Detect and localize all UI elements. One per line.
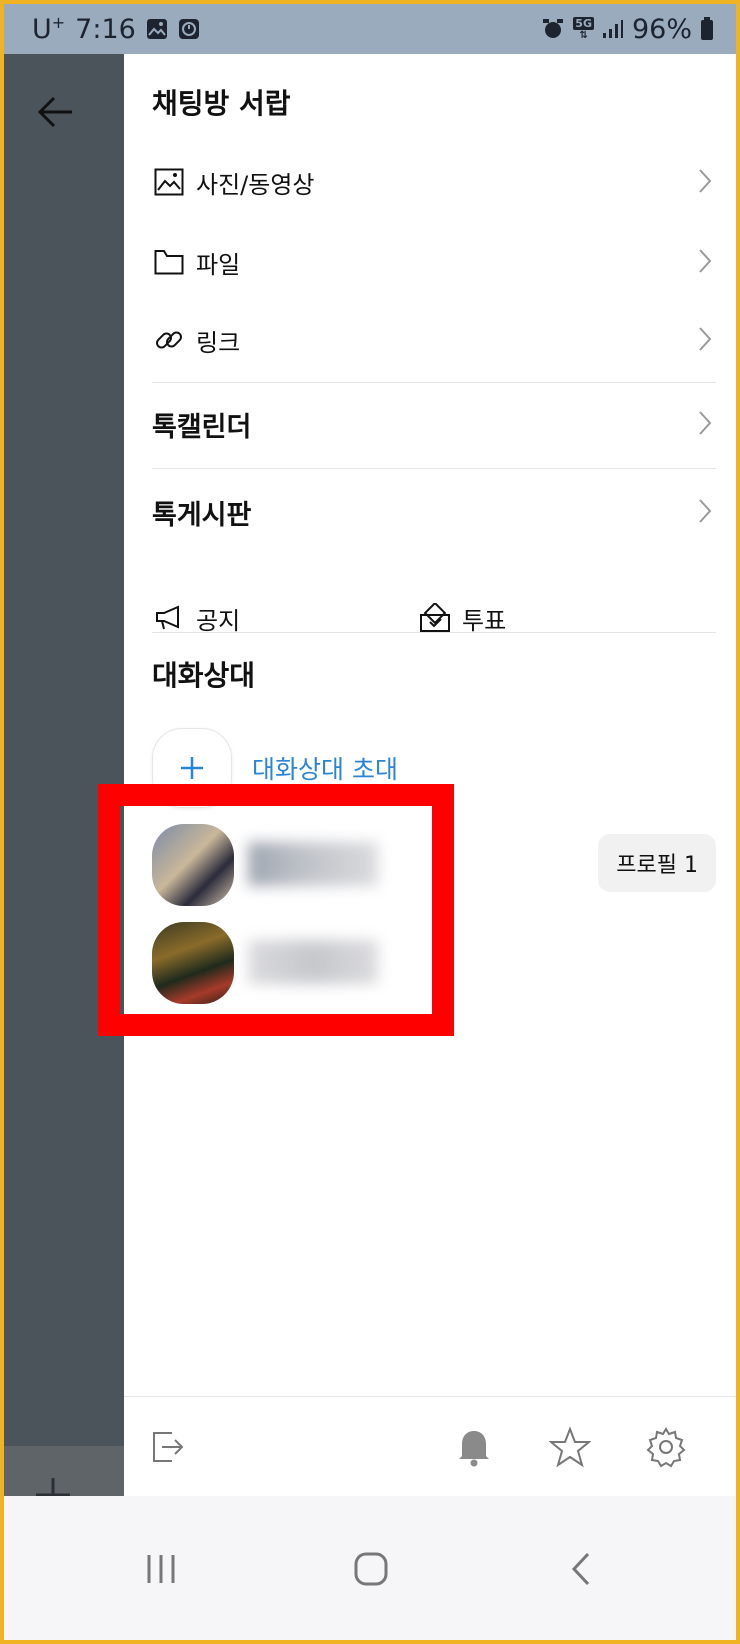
highlight-box bbox=[98, 784, 454, 1036]
chevron-right-icon bbox=[698, 498, 712, 528]
menu-talk-calendar[interactable]: 톡캘린더 bbox=[152, 394, 712, 454]
battery-percent: 96% bbox=[631, 13, 692, 45]
gear-icon[interactable] bbox=[642, 1423, 690, 1471]
megaphone-icon bbox=[152, 601, 186, 635]
divider bbox=[152, 382, 716, 383]
drawer-title: 채팅방 서랍 bbox=[152, 87, 291, 120]
phone-screen: U+ 7:16 5G ⇅ 96% 채팅방 서랍 사진/동영상 파일 링크 톡캘린… bbox=[4, 4, 736, 1640]
carrier-label: U+ bbox=[32, 13, 66, 45]
menu-links[interactable]: 링크 bbox=[152, 310, 712, 370]
network-5g-icon: 5G ⇅ bbox=[573, 17, 594, 41]
menu-talk-board[interactable]: 톡게시판 bbox=[152, 482, 712, 542]
back-icon[interactable] bbox=[556, 1544, 606, 1594]
clock: 7:16 bbox=[75, 13, 136, 45]
folder-icon bbox=[152, 245, 186, 279]
chevron-right-icon bbox=[698, 410, 712, 440]
star-icon[interactable] bbox=[546, 1423, 594, 1471]
photo-icon bbox=[152, 165, 186, 199]
divider bbox=[152, 468, 716, 469]
battery-icon bbox=[700, 17, 714, 41]
divider bbox=[152, 632, 716, 633]
drawer-toolbar bbox=[124, 1396, 736, 1496]
chevron-right-icon bbox=[698, 326, 712, 356]
chat-room-dim-overlay[interactable] bbox=[4, 54, 124, 1446]
exit-icon[interactable] bbox=[144, 1423, 192, 1471]
ballot-box-icon bbox=[418, 601, 452, 635]
menu-notice[interactable]: 공지 bbox=[152, 588, 240, 648]
signal-icon bbox=[602, 19, 624, 39]
system-nav-bar bbox=[4, 1496, 736, 1640]
back-arrow-icon[interactable] bbox=[36, 94, 76, 134]
profile-button[interactable]: 프로필 1 bbox=[598, 834, 716, 892]
chevron-right-icon bbox=[698, 168, 712, 198]
members-section-title: 대화상대 bbox=[152, 659, 256, 692]
invite-label: 대화상대 초대 bbox=[252, 755, 398, 784]
chevron-right-icon bbox=[698, 248, 712, 278]
menu-photos-videos[interactable]: 사진/동영상 bbox=[152, 152, 712, 212]
bell-icon[interactable] bbox=[450, 1423, 498, 1471]
menu-vote[interactable]: 투표 bbox=[418, 588, 506, 648]
chat-room-drawer: 채팅방 서랍 사진/동영상 파일 링크 톡캘린더 톡게시판 공지 투표 대화상대… bbox=[124, 54, 736, 1446]
clock-app-notification-icon bbox=[178, 18, 200, 40]
link-icon bbox=[152, 323, 186, 357]
menu-files[interactable]: 파일 bbox=[152, 232, 712, 292]
status-bar: U+ 7:16 5G ⇅ 96% bbox=[4, 4, 736, 54]
alarm-icon bbox=[541, 17, 565, 41]
recent-apps-icon[interactable] bbox=[136, 1544, 186, 1594]
gallery-notification-icon bbox=[146, 18, 168, 40]
home-icon[interactable] bbox=[346, 1544, 396, 1594]
